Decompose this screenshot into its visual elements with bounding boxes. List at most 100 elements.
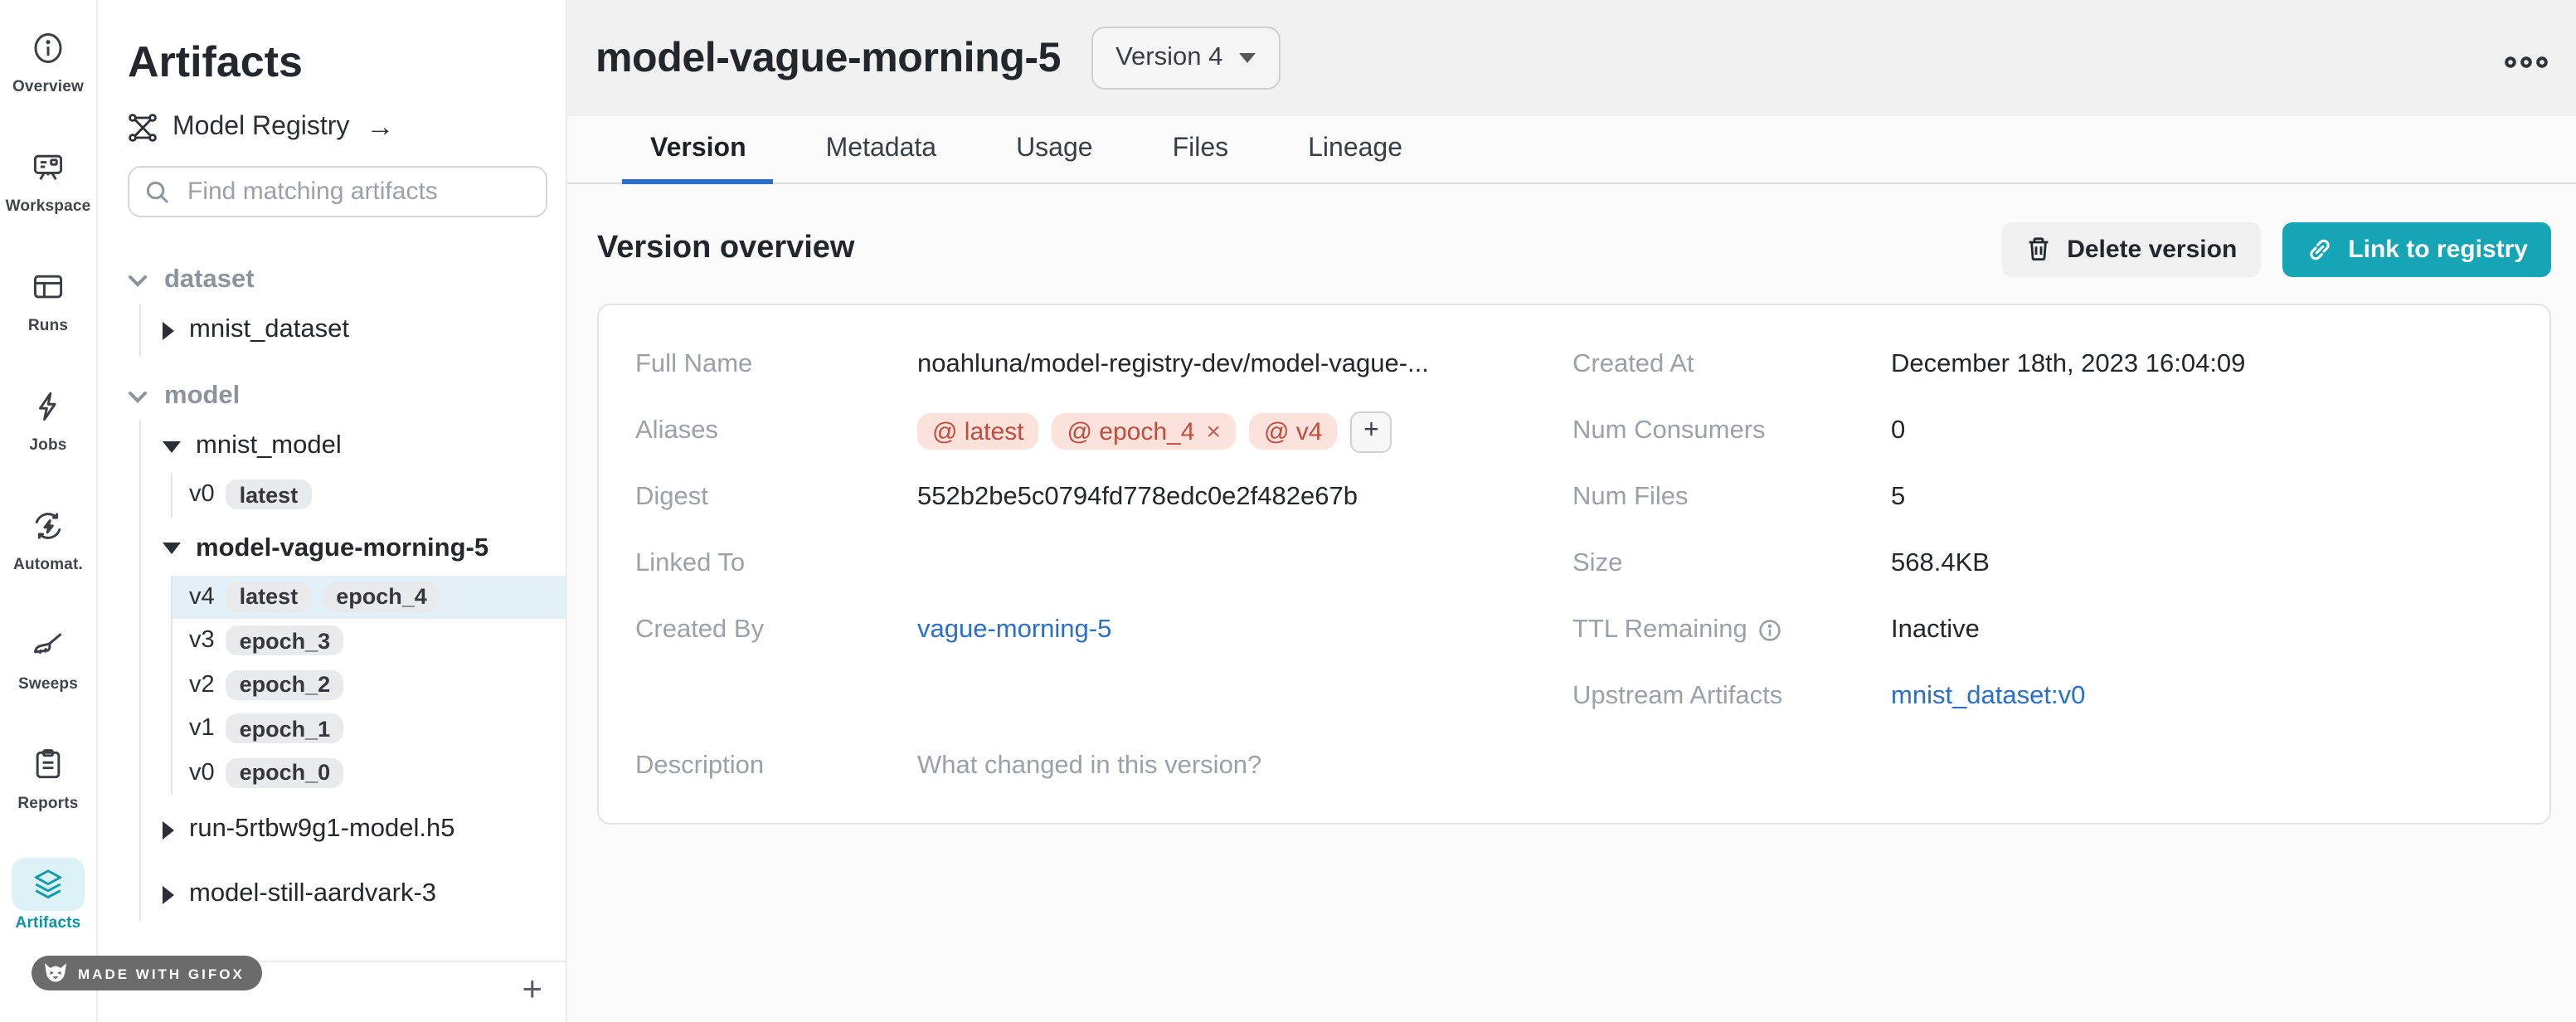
add-alias-button[interactable]: + <box>1350 411 1392 452</box>
tree-item-run-model-h5[interactable]: run-5rtbw9g1-model.h5 <box>163 803 566 856</box>
description-input[interactable]: What changed in this version? <box>917 730 1572 803</box>
nav-label: Workspace <box>6 197 91 216</box>
version-row-v4-selected[interactable]: v4 latest epoch_4 <box>173 575 566 619</box>
version-id: v2 <box>189 672 215 698</box>
version-id: v4 <box>189 584 215 611</box>
version-row-v1[interactable]: v1 epoch_1 <box>173 707 566 751</box>
info-icon <box>12 22 85 75</box>
triangle-right-icon[interactable] <box>163 885 174 903</box>
version-id: v1 <box>189 716 215 742</box>
num-consumers-value: 0 <box>1891 398 2513 465</box>
model-registry-link[interactable]: Model Registry → <box>128 111 566 144</box>
tree-item-model-still-aardvark-3[interactable]: model-still-aardvark-3 <box>163 868 566 921</box>
version-selector-label: Version 4 <box>1115 43 1222 73</box>
tree-section-label: model <box>164 382 240 411</box>
nav-item-reports[interactable]: Reports <box>12 738 85 813</box>
search-icon <box>144 178 171 205</box>
main-area: model-vague-morning-5 Version 4 Version … <box>567 0 2576 1022</box>
nav-item-overview[interactable]: Overview <box>12 22 85 96</box>
panel-title: Artifacts <box>128 33 566 90</box>
version-row-mnist-model-v0[interactable]: v0 latest <box>173 473 566 517</box>
artifact-tree: dataset mnist_dataset model <box>128 257 566 921</box>
tree-item-model-vague-morning-5[interactable]: model-vague-morning-5 <box>163 522 566 575</box>
version-tab-content: Version overview Delete version Link to … <box>567 221 2576 825</box>
info-circle-icon[interactable] <box>1759 619 1782 642</box>
nav-item-runs[interactable]: Runs <box>12 260 85 335</box>
field-label: Num Files <box>1572 465 1891 531</box>
active-tab-indicator <box>622 178 773 184</box>
tree-section-model: model mnist_model v0 latest <box>128 373 566 921</box>
link-to-registry-button[interactable]: Link to registry <box>2282 221 2551 276</box>
nav-item-artifacts[interactable]: Artifacts <box>12 858 85 932</box>
field-label: Linked To <box>635 531 917 597</box>
alias-chip-epoch-4[interactable]: @ epoch_4 × <box>1052 413 1236 450</box>
triangle-right-icon[interactable] <box>163 321 174 339</box>
nav-label: Artifacts <box>16 914 81 932</box>
section-heading: Version overview <box>597 231 2002 267</box>
version-row-v0[interactable]: v0 epoch_0 <box>173 751 566 795</box>
nav-label: Jobs <box>29 436 66 455</box>
runs-table-icon <box>12 260 85 314</box>
nav-label: Runs <box>28 317 68 335</box>
triangle-down-icon[interactable] <box>163 440 181 452</box>
delete-version-label: Delete version <box>2067 235 2237 263</box>
delete-version-button[interactable]: Delete version <box>2002 221 2260 276</box>
field-label: Created At <box>1572 332 1891 398</box>
alias-chip-latest[interactable]: @ latest <box>917 413 1039 450</box>
search-input[interactable] <box>184 176 531 207</box>
tree-item-mnist-dataset[interactable]: mnist_dataset <box>163 304 566 357</box>
nav-item-sweeps[interactable]: Sweeps <box>12 619 85 694</box>
field-label: Created By <box>635 597 917 664</box>
automation-icon <box>12 499 85 552</box>
version-row-v3[interactable]: v3 epoch_3 <box>173 619 566 663</box>
nav-item-workspace[interactable]: Workspace <box>6 141 91 216</box>
add-artifact-button[interactable]: + <box>522 972 542 1009</box>
tree-section-header[interactable]: model <box>128 373 566 420</box>
nav-label: Overview <box>12 78 84 96</box>
tree-item-mnist-model[interactable]: mnist_model <box>163 420 566 473</box>
alias-chip-v4[interactable]: @ v4 <box>1249 413 1338 450</box>
lightning-icon <box>12 380 85 433</box>
artifact-title: model-vague-morning-5 <box>595 34 1061 82</box>
arrow-right-icon: → <box>366 111 394 144</box>
clipboard-icon <box>12 738 85 791</box>
triangle-right-icon[interactable] <box>163 820 174 839</box>
tree-section-label: dataset <box>164 265 255 295</box>
tab-lineage[interactable]: Lineage <box>1308 134 1402 164</box>
gifox-badge-text: MADE WITH GIFOX <box>78 965 245 981</box>
overflow-menu-button[interactable] <box>2503 55 2549 70</box>
version-tag: epoch_4 <box>323 582 440 612</box>
version-tag: latest <box>226 480 312 510</box>
version-tag: epoch_0 <box>226 758 344 788</box>
gifox-fox-icon <box>43 962 68 984</box>
version-row-v2[interactable]: v2 epoch_2 <box>173 663 566 707</box>
field-label: Full Name <box>635 332 917 398</box>
model-registry-label: Model Registry <box>173 113 349 143</box>
triangle-down-icon[interactable] <box>163 543 181 554</box>
version-selector[interactable]: Version 4 <box>1091 27 1281 90</box>
alias-text: @ v4 <box>1264 417 1323 445</box>
app-window: Overview Workspace Runs Jobs Automat. <box>0 0 2576 1022</box>
nav-item-jobs[interactable]: Jobs <box>12 380 85 455</box>
alias-text: @ epoch_4 <box>1067 417 1195 445</box>
tab-version[interactable]: Version <box>650 134 746 164</box>
tree-section-header[interactable]: dataset <box>128 257 566 304</box>
tab-metadata[interactable]: Metadata <box>826 134 936 164</box>
field-label: Upstream Artifacts <box>1572 664 1891 730</box>
tab-files[interactable]: Files <box>1173 134 1229 164</box>
field-label: Aliases <box>635 398 917 465</box>
created-by-link[interactable]: vague-morning-5 <box>917 616 1111 645</box>
artifact-name: model-still-aardvark-3 <box>189 879 436 909</box>
version-overview-card: Full Name noahluna/model-registry-dev/mo… <box>597 304 2551 825</box>
broom-icon <box>12 619 85 672</box>
nav-item-automations[interactable]: Automat. <box>12 499 85 574</box>
tab-usage[interactable]: Usage <box>1016 134 1093 164</box>
field-label: Digest <box>635 465 917 531</box>
upstream-artifact-link[interactable]: mnist_dataset:v0 <box>1891 682 2085 712</box>
remove-alias-icon[interactable]: × <box>1206 417 1221 445</box>
version-tag: epoch_2 <box>226 670 344 700</box>
artifact-browser-panel: Artifacts Model Registry → dataset <box>98 0 567 1022</box>
version-id: v0 <box>189 760 215 786</box>
artifact-search[interactable] <box>128 166 547 217</box>
alias-list: @ latest @ epoch_4 × @ v4 + <box>917 411 1392 452</box>
